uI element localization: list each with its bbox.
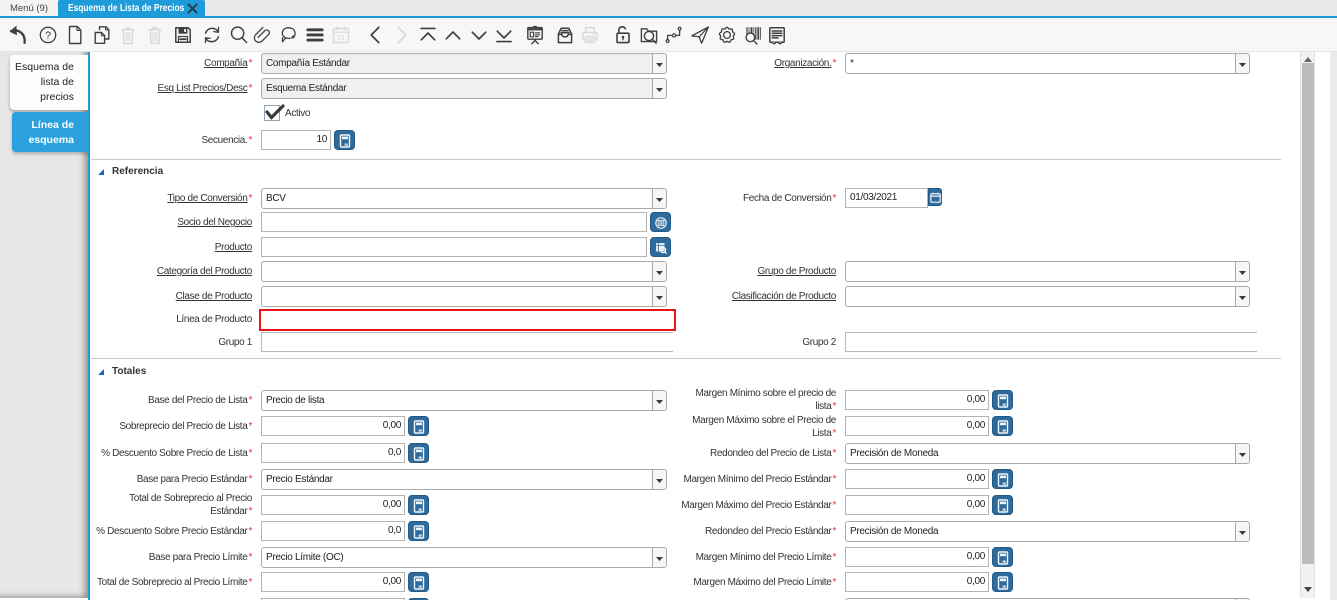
svg-text:?: ? — [45, 30, 51, 42]
svg-text:31: 31 — [336, 33, 344, 42]
